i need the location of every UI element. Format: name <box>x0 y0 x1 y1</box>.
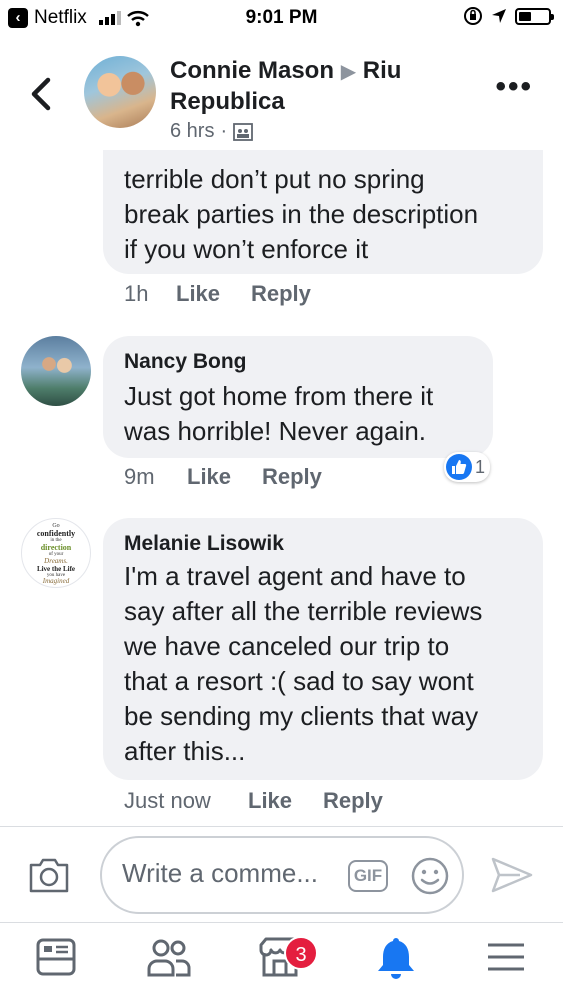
comment-bubble: terrible don’t put no spring break parti… <box>103 150 543 274</box>
comment-time: 1h <box>124 281 149 306</box>
avatar-text: Imagined <box>42 577 70 585</box>
comment-text-line: we have canceled our trip to <box>124 631 450 661</box>
comment-text-line: Just got home from there it <box>124 381 434 411</box>
back-chevron-icon[interactable] <box>28 76 54 112</box>
comment-actions: Just now Like Reply <box>124 788 383 814</box>
author-avatar[interactable] <box>84 56 156 128</box>
avatar-text: Live the Life <box>36 565 76 573</box>
marketplace-notification-badge: 3 <box>284 936 318 970</box>
shared-to-arrow-icon: ▶ <box>340 61 357 83</box>
comment-input[interactable]: Write a comme... GIF <box>100 836 464 914</box>
send-icon[interactable] <box>490 856 534 894</box>
comment-time: Just now <box>124 788 211 813</box>
comment-text-line: terrible don’t put no spring <box>124 164 425 194</box>
comment-text-line: was horrible! Never again. <box>124 416 427 446</box>
avatar-text: Dreams. <box>44 557 68 565</box>
comment-text-line: after this... <box>124 736 246 766</box>
comment-time: 9m <box>124 464 155 489</box>
sticker-smiley-icon[interactable] <box>410 856 450 896</box>
author-name[interactable]: Connie Mason <box>170 57 334 84</box>
camera-icon[interactable] <box>28 856 70 894</box>
location-icon <box>492 9 506 23</box>
like-button[interactable]: Like <box>187 464 262 490</box>
like-button[interactable]: Like <box>176 281 251 307</box>
comment-bubble: Melanie Lisowik I'm a travel agent and h… <box>103 518 543 780</box>
reply-button[interactable]: Reply <box>251 281 311 307</box>
composer-divider <box>0 826 563 827</box>
news-feed-tab-icon[interactable] <box>35 935 77 979</box>
comment-placeholder: Write a comme... <box>122 858 319 888</box>
comment-bubble: Nancy Bong Just got home from there it w… <box>103 336 493 458</box>
comment-text-line: if you won’t enforce it <box>124 234 369 264</box>
commenter-avatar[interactable]: Go confidently in the direction of your … <box>21 518 91 588</box>
comment-text-line: say after all the terrible reviews <box>124 596 483 626</box>
comment-text-line: break parties in the description <box>124 199 479 229</box>
like-reaction-icon <box>446 454 472 480</box>
notifications-tab-icon[interactable] <box>375 935 417 981</box>
comment-text-line: that a resort :( sad to say wont <box>124 666 474 696</box>
reaction-summary[interactable]: 1 <box>444 452 491 482</box>
comment-text-line: I'm a travel agent and have to <box>124 561 466 591</box>
avatar-text: confidently <box>36 529 76 538</box>
battery-icon <box>515 7 554 25</box>
avatar-text: direction <box>40 543 72 552</box>
status-bar: ‹ Netflix 9:01 PM <box>0 0 563 38</box>
post-title[interactable]: Connie Mason ▶ Riu Republica <box>170 56 450 117</box>
menu-tab-icon[interactable] <box>486 935 526 979</box>
commenter-name[interactable]: Nancy Bong <box>124 350 433 374</box>
orientation-lock-icon <box>464 7 482 25</box>
comment-text-line: be sending my clients that way <box>124 701 479 731</box>
meta-separator: · <box>220 120 228 142</box>
tabbar-divider <box>0 922 563 923</box>
gif-button[interactable]: GIF <box>348 860 388 892</box>
reaction-count: 1 <box>475 456 486 477</box>
friends-tab-icon[interactable] <box>146 935 192 979</box>
post-meta: 6 hrs · <box>170 120 254 143</box>
reply-button[interactable]: Reply <box>323 788 383 814</box>
commenter-avatar[interactable] <box>21 336 91 406</box>
comment-actions: 1h Like Reply <box>124 281 311 307</box>
reply-button[interactable]: Reply <box>262 464 322 490</box>
comment-actions: 9m Like Reply <box>124 464 322 490</box>
post-time: 6 hrs <box>170 120 215 142</box>
group-privacy-icon <box>233 122 254 141</box>
more-options-icon[interactable]: ••• <box>495 72 533 102</box>
like-button[interactable]: Like <box>248 788 323 814</box>
commenter-name[interactable]: Melanie Lisowik <box>124 532 482 556</box>
post-header: Connie Mason ▶ Riu Republica 6 hrs · ••• <box>0 38 563 168</box>
